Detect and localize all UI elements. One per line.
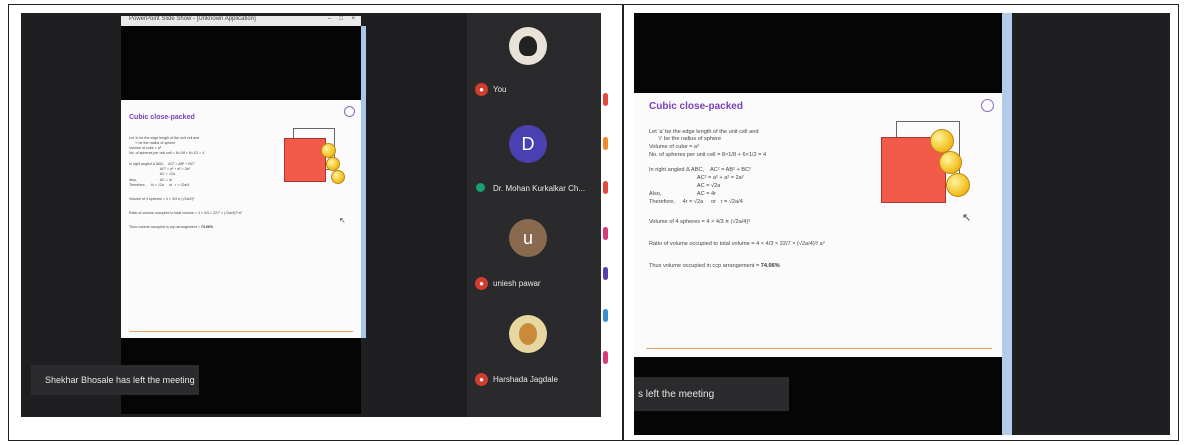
slide-logo-icon (344, 106, 355, 117)
slide-line: Ratio of volume occupied to total volume… (129, 211, 242, 215)
cursor-icon: ↖ (339, 216, 346, 225)
slide-top-letterbox (121, 26, 361, 100)
toast-text: s left the meeting (638, 388, 715, 400)
slide-divider (129, 331, 353, 332)
slide-line: AC² = a² + a² = 2a² (649, 175, 744, 181)
slide-line: No. of spheres per unit cell = 8×1/8 + 6… (649, 152, 767, 158)
slide-line: Therefore, 4r = √2a or r = √2a/4 (649, 199, 743, 205)
avatar-photo (509, 27, 547, 65)
left-screenshot-cell: PowerPoint Slide Show - [Unknown Applica… (8, 4, 623, 441)
slide-line: Volume of 4 spheres = 4 × 4/3 π (√2a/4)³ (129, 197, 194, 201)
window-edge (361, 26, 366, 338)
mic-off-icon: ● (475, 277, 488, 290)
edge-dot (603, 227, 608, 240)
avatar-person-icon (519, 323, 537, 345)
participant-name: Dr. Mohan Kurkalkar Ch... (493, 184, 586, 193)
slide-line: Also, AC = 4r (649, 191, 716, 197)
participant-name: uniesh pawar (493, 279, 541, 288)
window-minimize-button[interactable]: – (328, 16, 331, 22)
sphere-icon (331, 170, 345, 184)
slide-title: Cubic close-packed (649, 101, 743, 112)
window-close-button[interactable]: × (351, 16, 355, 22)
slide-divider (646, 348, 992, 349)
slide-line: Volume of 4 spheres = 4 × 4/3 π (√2a/4)³ (649, 219, 751, 225)
slide-line: 'r' be the radius of sphere (649, 136, 722, 142)
edge-dot (603, 351, 608, 364)
cursor-icon: ↖ (962, 212, 972, 224)
slide-title: Cubic close-packed (129, 114, 195, 121)
sphere-icon (321, 143, 336, 158)
toast-text: Shekhar Bhosale has left the meeting (45, 375, 195, 385)
mic-off-icon: ● (475, 373, 488, 386)
edge-dot (603, 93, 608, 106)
speaking-indicator-icon (476, 183, 485, 192)
presentation-slide: Cubic close-packed Let 'a' be the edge l… (634, 93, 1002, 357)
slide-line: Volume of cube = a³ (649, 144, 699, 150)
mic-off-icon: ● (475, 83, 488, 96)
slide-line: 'r' be the radius of sphere (129, 141, 176, 145)
right-screenshot-cell: Cubic close-packed Let 'a' be the edge l… (623, 4, 1179, 441)
ccp-result: 74.06% (200, 225, 214, 229)
slide-line: AC = √2a (649, 183, 721, 189)
avatar-photo (509, 315, 547, 353)
ccp-result: 74.06% (760, 263, 780, 269)
participant-name: You (493, 85, 507, 94)
slide-line: No. of spheres per unit cell = 8×1/8 + 6… (129, 151, 205, 155)
sphere-icon (930, 129, 954, 153)
side-background (1012, 13, 1170, 435)
slide-line: Thus volume occupied in ccp arrangement … (649, 263, 761, 269)
avatar-person-icon (519, 36, 537, 56)
left-meeting-toast: Shekhar Bhosale has left the meeting (31, 365, 199, 395)
participant-name: Harshada Jagdale (493, 375, 558, 384)
edge-dot (603, 137, 608, 150)
edge-dot (603, 267, 608, 280)
slide-top-letterbox (634, 13, 1002, 93)
window-maximize-button[interactable]: □ (339, 16, 343, 22)
edge-dot (603, 309, 608, 322)
shared-window-titlebar: PowerPoint Slide Show - [Unknown Applica… (121, 16, 361, 26)
slide-conclusion: Thus volume occupied in ccp arrangement … (649, 263, 780, 270)
slide-line: Also, AC = 4r (129, 178, 173, 182)
participants-panel (467, 13, 601, 417)
slide-line: Therefore, 4r = √2a or r = √2a/4 (129, 183, 190, 187)
sphere-icon (326, 157, 340, 171)
sphere-icon (939, 151, 962, 174)
slide-line: Thus volume occupied in ccp arrangement … (129, 225, 201, 229)
window-title: PowerPoint Slide Show - [Unknown Applica… (129, 16, 256, 22)
window-edge (1002, 13, 1012, 435)
slide-line: Let 'a' be the edge length of the unit c… (129, 136, 200, 140)
avatar: D (509, 125, 547, 163)
slide-line: AC² = a² + a² = 2a² (129, 167, 190, 171)
avatar: u (509, 219, 547, 257)
edge-dot (603, 181, 608, 194)
slide-line: In right angled Δ ABC, AC² = AB² + BC² (129, 162, 195, 166)
slide-line: Let 'a' be the edge length of the unit c… (649, 129, 759, 135)
slide-line: Volume of cube = a³ (129, 146, 162, 150)
slide-line: Ratio of volume occupied to total volume… (649, 241, 825, 247)
slide-logo-icon (981, 99, 994, 112)
sphere-icon (946, 173, 970, 197)
presentation-slide: Cubic close-packed Let 'a' be the edge l… (121, 100, 361, 338)
slide-conclusion: Thus volume occupied in ccp arrangement … (129, 225, 213, 229)
slide-line: In right angled Δ ABC, AC² = AB² + BC² (649, 167, 751, 173)
cube-front-face (284, 138, 326, 182)
slide-line: AC = √2a (129, 172, 175, 176)
right-meeting-toast: s left the meeting (634, 377, 789, 411)
